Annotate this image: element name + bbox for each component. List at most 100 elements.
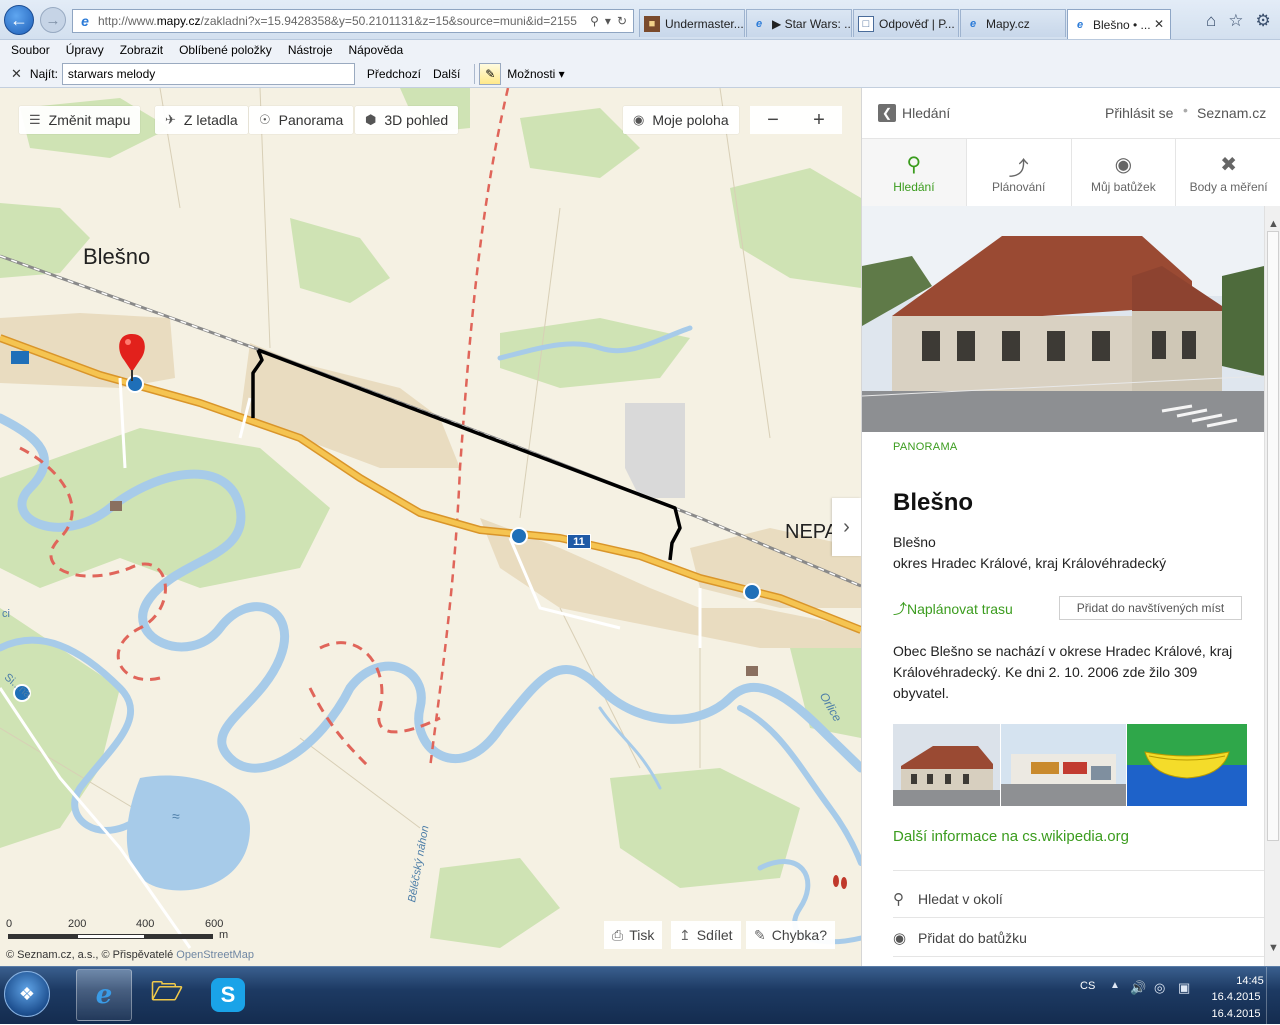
route-icon: ⤴: [1008, 157, 1029, 180]
tab-mapy[interactable]: e Mapy.cz: [960, 9, 1066, 37]
forward-button[interactable]: →: [40, 7, 66, 33]
show-desktop-button[interactable]: [1266, 967, 1280, 1025]
menu-help[interactable]: Nápověda: [349, 43, 404, 57]
find-previous-button[interactable]: Předchozí: [367, 67, 421, 81]
refresh-icon[interactable]: ↻: [617, 14, 627, 28]
plan-route-link[interactable]: ⤴Naplánovat trasu: [893, 599, 1013, 619]
divider: [893, 870, 1264, 871]
aerial-button[interactable]: ✈ Z letadla: [155, 106, 248, 134]
back-button[interactable]: ←: [4, 5, 34, 35]
share-icon: ↥: [679, 926, 691, 943]
clock-date-duplicate: 16.4.2015: [1211, 1008, 1261, 1020]
report-error-button[interactable]: ✎ Chybka?: [746, 921, 835, 949]
change-map-button[interactable]: ☰ Změnit mapu: [19, 106, 141, 134]
volume-icon[interactable]: 🔊: [1130, 980, 1146, 996]
back-arrow-icon[interactable]: ❮: [878, 104, 896, 122]
scale-bar-segment: [77, 934, 145, 939]
zoom-in-button[interactable]: +: [796, 109, 842, 132]
tab-backpack-label: Můj batůžek: [1091, 179, 1156, 194]
display-icon[interactable]: ▣: [1178, 980, 1190, 996]
ie-favicon-icon: e: [81, 13, 89, 29]
thumbnail-shop[interactable]: [1001, 724, 1126, 806]
wikipedia-link[interactable]: Další informace na cs.wikipedia.org: [893, 828, 1129, 845]
menu-favorites[interactable]: Oblíbené položky: [179, 43, 272, 57]
menu-view[interactable]: Zobrazit: [120, 43, 163, 57]
clock-date[interactable]: 16.4.2015: [1206, 991, 1266, 1003]
tab-measure[interactable]: ✖ Body a měření: [1176, 139, 1280, 206]
place-subtitle: Blešno: [893, 534, 936, 550]
lake-waves-icon: ≈: [172, 808, 180, 824]
taskbar-skype[interactable]: S: [200, 969, 256, 1021]
footprints-icon: [833, 875, 847, 889]
panorama-button[interactable]: ☉ Panorama: [249, 106, 354, 134]
tab-search[interactable]: ⚲ Hledání: [862, 139, 967, 206]
backpack-icon: ◉: [1114, 153, 1133, 176]
plane-icon: ✈: [165, 112, 176, 127]
zoom-out-button[interactable]: −: [750, 109, 796, 132]
taskbar-file-explorer[interactable]: 🗁: [139, 969, 195, 1021]
home-icon[interactable]: ⌂: [1206, 11, 1216, 31]
add-to-backpack-label: Přidat do batůžku: [918, 930, 1027, 946]
station-building-image: [862, 206, 1264, 432]
tab-backpack[interactable]: ◉ Můj batůžek: [1071, 139, 1177, 206]
panorama-photo[interactable]: [862, 206, 1264, 432]
expand-panel-button[interactable]: ›: [832, 498, 861, 556]
share-button[interactable]: ↥ Sdílet: [671, 921, 741, 949]
add-to-backpack-button[interactable]: ◉ Přidat do batůžku: [893, 929, 1027, 947]
sidebar-tabs: ⚲ Hledání ⤴ Plánování ◉ Můj batůžek ✖ Bo…: [862, 138, 1280, 206]
show-hidden-icons-icon[interactable]: ▲: [1110, 980, 1120, 991]
add-visited-button[interactable]: Přidat do navštívených míst: [1059, 596, 1242, 620]
close-tab-icon[interactable]: ✕: [1154, 17, 1164, 31]
print-button[interactable]: ⎙ Tisk: [604, 921, 663, 949]
taskbar-internet-explorer[interactable]: e: [76, 969, 132, 1021]
skype-icon: S: [211, 978, 245, 1012]
find-options-button[interactable]: Možnosti ▾: [507, 67, 564, 81]
thumbnail-station[interactable]: [893, 724, 1000, 806]
network-icon[interactable]: ◎: [1154, 980, 1165, 996]
address-bar[interactable]: e http://www.mapy.cz/zakladni?x=15.94283…: [72, 9, 634, 33]
start-button[interactable]: ❖: [4, 971, 50, 1017]
favorites-star-icon[interactable]: ☆: [1228, 11, 1243, 31]
tab-search-label: Hledání: [893, 179, 935, 194]
osm-link[interactable]: OpenStreetMap: [176, 949, 254, 961]
settings-gear-icon[interactable]: ⚙: [1256, 11, 1271, 31]
find-input[interactable]: [61, 62, 355, 85]
place-description: Obec Blešno se nachází v okrese Hradec K…: [893, 643, 1233, 701]
eye-icon: ☉: [259, 112, 271, 127]
back-to-search-link[interactable]: Hledání: [902, 105, 950, 121]
my-location-button[interactable]: ◉ Moje poloha: [623, 106, 739, 134]
share-label: Sdílet: [696, 927, 733, 943]
menu-edit[interactable]: Úpravy: [66, 43, 104, 57]
3d-view-button[interactable]: ⬢ 3D pohled: [355, 106, 459, 134]
language-indicator[interactable]: CS: [1080, 980, 1095, 992]
cube-icon: ⬢: [365, 112, 377, 127]
tab-blesno-active[interactable]: e Blešno • ... ✕: [1067, 9, 1171, 39]
sidebar-scrollbar[interactable]: ▲ ▼: [1264, 206, 1280, 966]
map-view[interactable]: Blešno NEPA 11 Orlice Běléčský náhon Si.…: [0, 88, 861, 966]
menu-tools[interactable]: Nástroje: [288, 43, 333, 57]
menu-file[interactable]: Soubor: [11, 43, 50, 57]
tab-planning[interactable]: ⤴ Plánování: [966, 139, 1072, 206]
highlight-icon[interactable]: ✎: [479, 62, 502, 85]
find-next-button[interactable]: Další: [433, 67, 460, 81]
search-icon[interactable]: ⚲: [590, 14, 599, 28]
tab-label: Odpověď | P...: [879, 16, 955, 31]
folder-icon: 🗁: [150, 976, 184, 1006]
dropdown-icon[interactable]: ▾: [605, 14, 611, 28]
copyright-text: © Seznam.cz, a.s., © Přispěvatelé: [6, 949, 174, 961]
tab-odpoved[interactable]: □ Odpověď | P...: [853, 9, 959, 37]
map-canvas[interactable]: [0, 88, 861, 966]
tab-star-wars[interactable]: e ▶ Star Wars: ...: [746, 9, 852, 37]
scroll-up-icon[interactable]: ▲: [1268, 218, 1279, 230]
close-find-icon[interactable]: ✕: [11, 66, 22, 82]
panorama-label[interactable]: PANORAMA: [893, 441, 958, 453]
ie-favicon-icon: e: [755, 17, 763, 30]
scrollbar-thumb[interactable]: [1267, 231, 1279, 841]
seznam-link[interactable]: Seznam.cz: [1197, 105, 1266, 121]
login-link[interactable]: Přihlásit se: [1105, 105, 1173, 121]
find-options-label: Možnosti: [507, 66, 556, 81]
scroll-down-icon[interactable]: ▼: [1268, 942, 1279, 954]
search-nearby-button[interactable]: ⚲ Hledat v okolí: [893, 890, 1003, 908]
tab-undermaster[interactable]: ■ Undermaster...: [639, 9, 745, 37]
municipal-flag-image[interactable]: [1127, 724, 1247, 806]
